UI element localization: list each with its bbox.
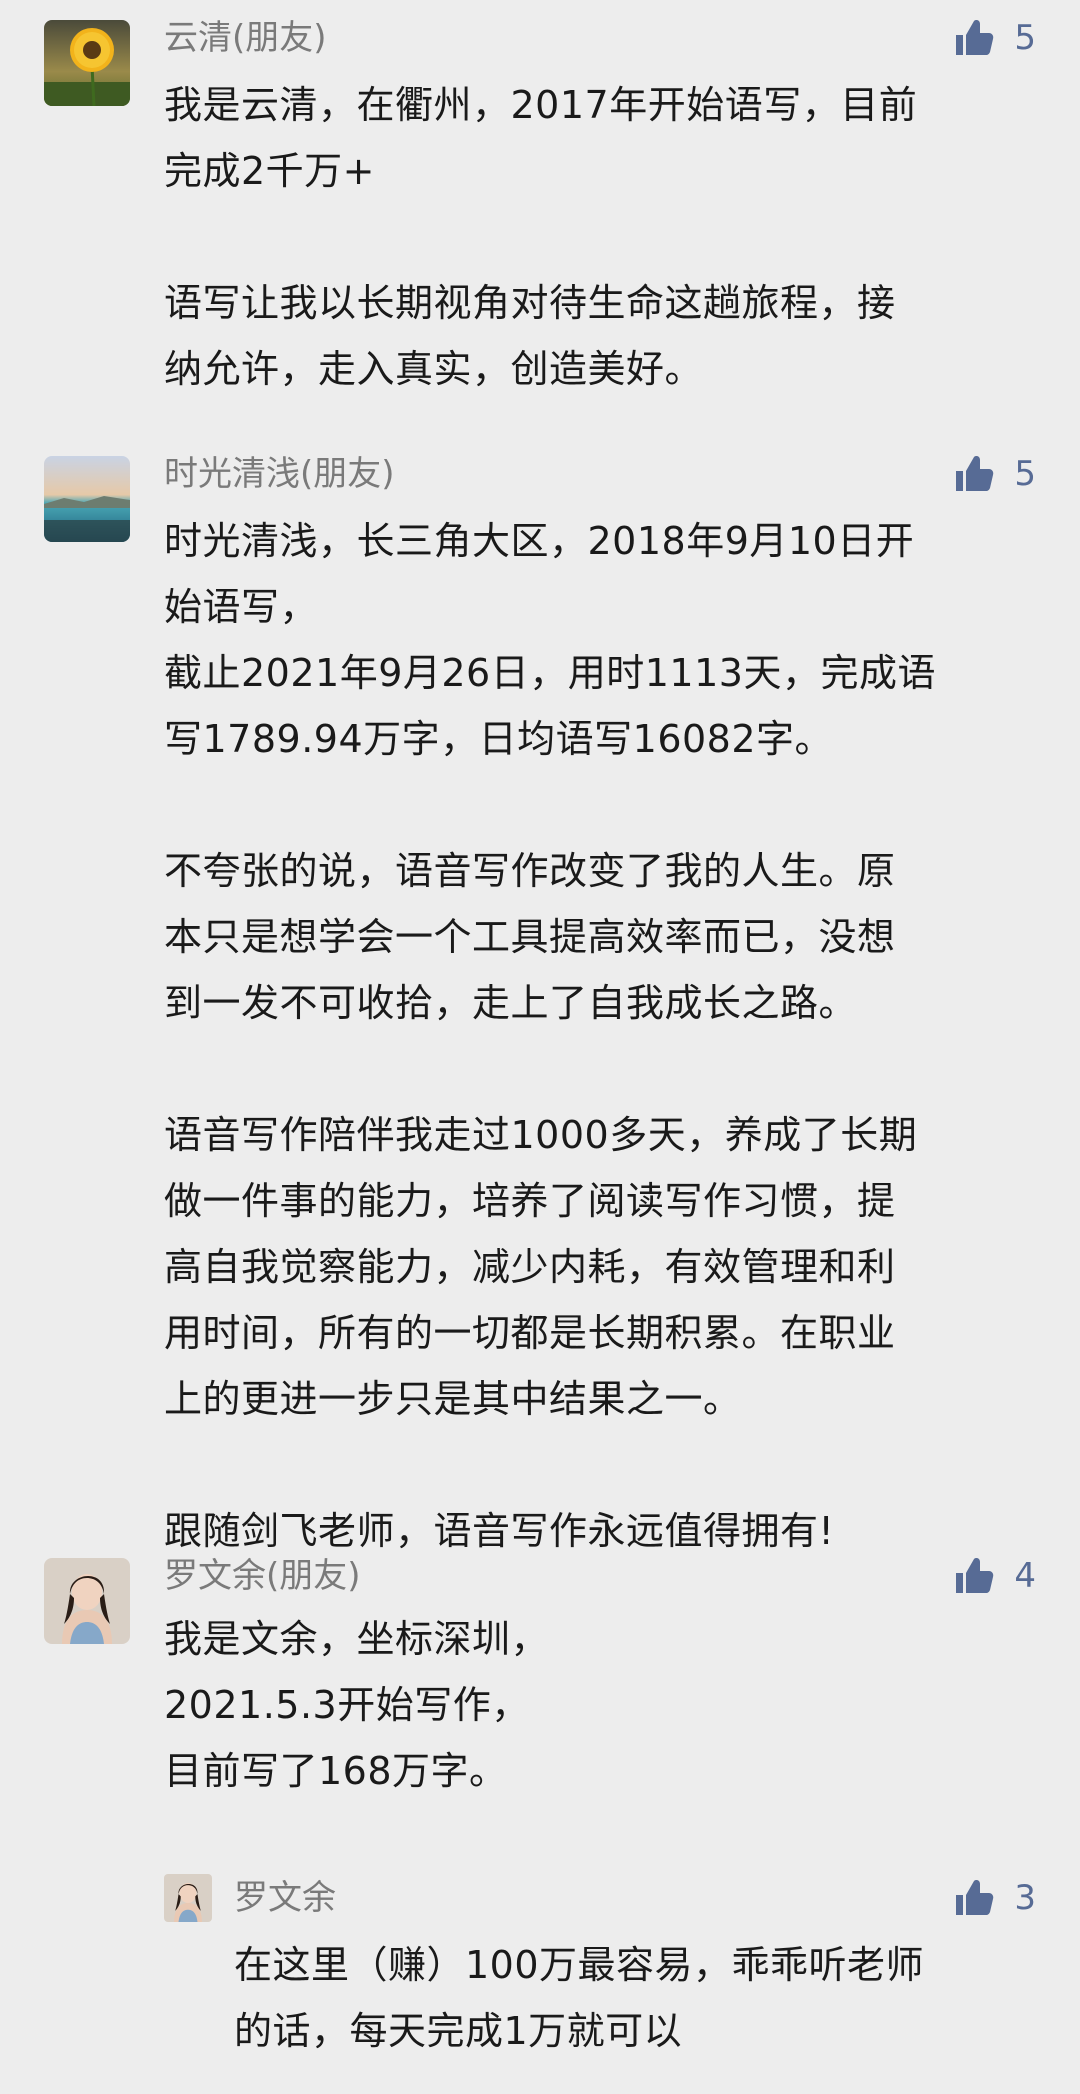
like-button[interactable]: 3	[954, 1876, 1036, 1920]
comment-line: 语写让我以长期视角对待生命这趟旅程，接	[164, 281, 896, 325]
reply-text: 在这里（赚）100万最容易，乖乖听老师 的话，每天完成1万就可以	[234, 1932, 1034, 2064]
comment-line: 截止2021年9月26日，用时1113天，完成语	[164, 651, 936, 695]
comment-line: 到一发不可收拾，走上了自我成长之路。	[164, 981, 858, 1025]
commenter-name[interactable]: 时光清浅(朋友)	[164, 452, 395, 496]
like-count: 5	[1014, 454, 1036, 494]
comment-line: 上的更进一步只是其中结果之一。	[164, 1377, 742, 1421]
thumbs-up-icon	[954, 1556, 994, 1596]
like-count: 4	[1014, 1556, 1036, 1596]
reply-line: 的话，每天完成1万就可以	[234, 2009, 683, 2053]
like-count: 3	[1014, 1878, 1036, 1918]
comment-line: 语音写作陪伴我走过1000多天，养成了长期	[164, 1113, 918, 1157]
seascape-avatar[interactable]	[44, 456, 130, 542]
comment-line: 本只是想学会一个工具提高效率而已，没想	[164, 915, 896, 959]
comment-line: 写1789.94万字，日均语写16082字。	[164, 717, 834, 761]
comment-line: 不夸张的说，语音写作改变了我的人生。原	[164, 849, 896, 893]
comment-text: 时光清浅，长三角大区，2018年9月10日开 始语写， 截止2021年9月26日…	[164, 508, 1044, 1564]
replier-name[interactable]: 罗文余	[234, 1876, 336, 1920]
comment-text: 我是文余，坐标深圳， 2021.5.3开始写作， 目前写了168万字。	[164, 1606, 1044, 1804]
like-button[interactable]: 5	[954, 452, 1036, 496]
like-count: 5	[1014, 18, 1036, 58]
comment-line: 始语写，	[164, 585, 319, 629]
comment-line: 用时间，所有的一切都是长期积累。在职业	[164, 1311, 896, 1355]
thumbs-up-icon	[954, 454, 994, 494]
comments-page: 云清(朋友) 5 我是云清，在衢州，2017年开始语写，目前 完成2千万+ 语写…	[0, 0, 1080, 2094]
comment-line: 高自我觉察能力，减少内耗，有效管理和利	[164, 1245, 896, 1289]
commenter-name[interactable]: 云清(朋友)	[164, 16, 327, 60]
comment-line: 目前写了168万字。	[164, 1749, 508, 1793]
comment-line: 时光清浅，长三角大区，2018年9月10日开	[164, 519, 915, 563]
comment-line: 我是文余，坐标深圳，	[164, 1617, 550, 1661]
like-button[interactable]: 5	[954, 16, 1036, 60]
comment-text: 我是云清，在衢州，2017年开始语写，目前 完成2千万+ 语写让我以长期视角对待…	[164, 72, 1044, 402]
like-button[interactable]: 4	[954, 1554, 1036, 1598]
comment-line: 纳允许，走入真实，创造美好。	[164, 347, 704, 391]
commenter-name[interactable]: 罗文余(朋友)	[164, 1554, 361, 1598]
comment-line: 我是云清，在衢州，2017年开始语写，目前	[164, 83, 918, 127]
comment-line: 完成2千万+	[164, 149, 376, 193]
comment-line: 做一件事的能力，培养了阅读写作习惯，提	[164, 1179, 896, 1223]
portrait-avatar-small[interactable]	[164, 1874, 212, 1922]
portrait-avatar[interactable]	[44, 1558, 130, 1644]
thumbs-up-icon	[954, 1878, 994, 1918]
sunflower-avatar[interactable]	[44, 20, 130, 106]
reply-line: 在这里（赚）100万最容易，乖乖听老师	[234, 1943, 925, 1987]
thumbs-up-icon	[954, 18, 994, 58]
comment-line: 2021.5.3开始写作，	[164, 1683, 530, 1727]
